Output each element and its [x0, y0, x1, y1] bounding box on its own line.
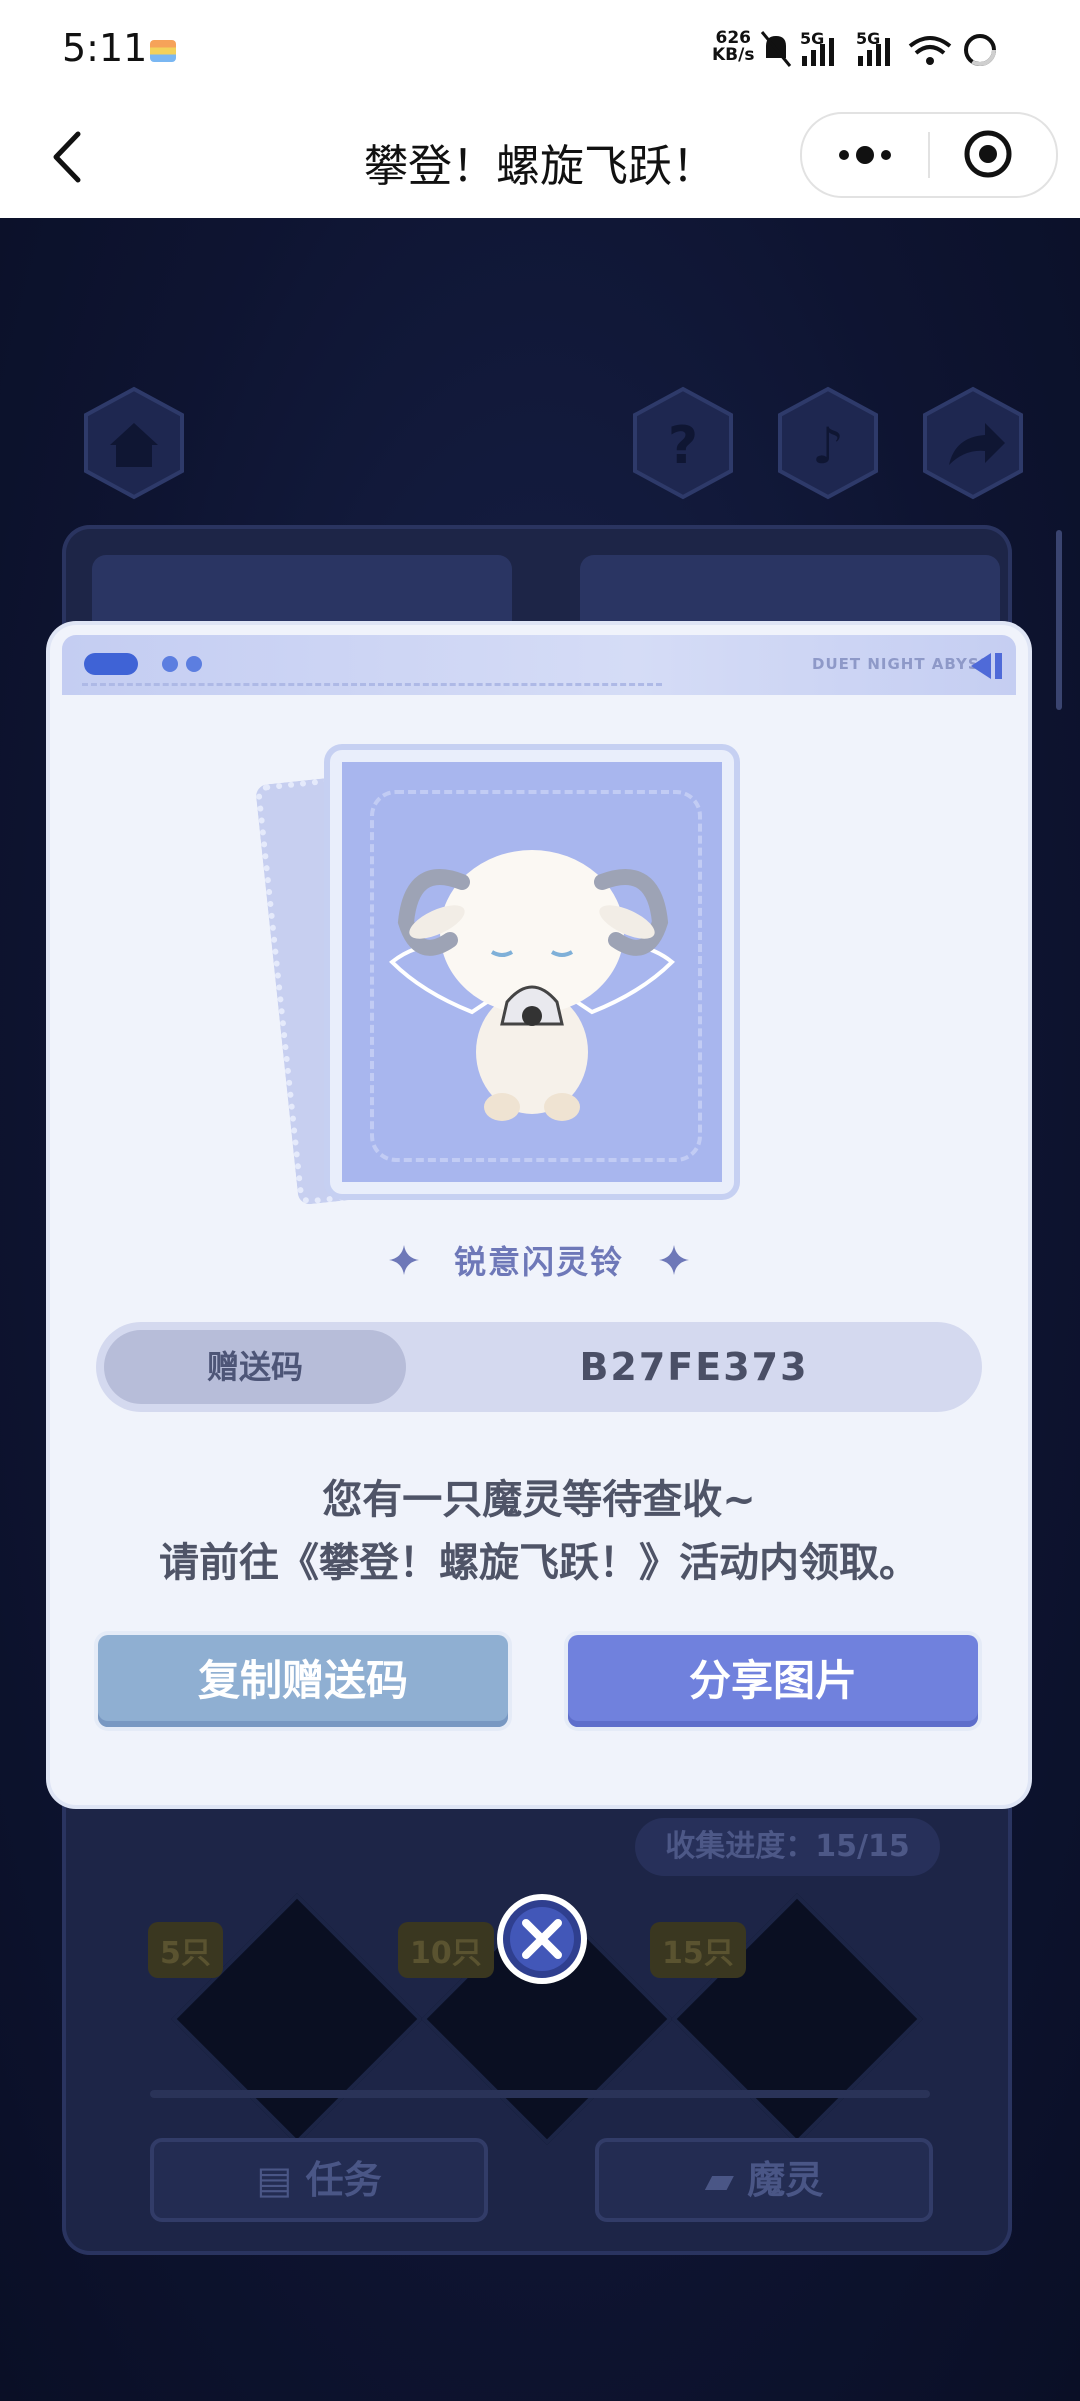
signal-icon-1: 5G — [800, 29, 834, 66]
status-time: 5:11 — [62, 26, 148, 70]
wifi-icon — [908, 36, 952, 65]
app-notification-icon — [150, 40, 176, 62]
message-line-1: 您有一只魔灵等待查收~ — [322, 1477, 756, 1523]
collection-progress: 收集进度：15/15 — [635, 1818, 940, 1876]
battery-icon — [964, 34, 996, 66]
header-brand-text: DUET NIGHT ABYSS — [812, 655, 991, 673]
svg-text:?: ? — [668, 416, 698, 476]
message-line-2: 请前往《攀登！螺旋飞跃！》活动内领取。 — [159, 1540, 919, 1586]
capsule-menu — [800, 112, 1058, 198]
home-icon[interactable] — [76, 385, 192, 501]
more-options-icon[interactable] — [830, 134, 900, 176]
status-bar: 5:11 626 KB/s 5G 5G — [0, 0, 1080, 100]
header-dot-decoration — [186, 656, 202, 672]
gift-code-label: 赠送码 — [104, 1330, 406, 1404]
milestone-label: 5只 — [148, 1922, 223, 1978]
svg-text:♪: ♪ — [812, 417, 844, 475]
status-icons: 5G 5G — [760, 29, 996, 67]
character-name: 锐意闪灵铃 — [453, 1243, 624, 1281]
mute-bell-icon — [760, 31, 792, 67]
dialog-header: DUET NIGHT ABYSS — [62, 635, 1016, 695]
milestone-label: 10只 — [398, 1922, 494, 1978]
header-dot-decoration — [162, 656, 178, 672]
network-speed: 626 KB/s — [712, 28, 755, 65]
share-image-button[interactable]: 分享图片 — [568, 1635, 978, 1727]
close-icon[interactable] — [496, 1893, 588, 1985]
share-icon[interactable] — [915, 385, 1031, 501]
gift-code-dialog: DUET NIGHT ABYSS 锐意闪灵铃 赠送码 B27FE373 您有一只… — [50, 625, 1028, 1805]
milestone-track — [150, 2090, 930, 2098]
header-pill-decoration — [84, 653, 138, 675]
character-name-row: 锐意闪灵铃 — [50, 1237, 1028, 1287]
mini-program-nav: 攀登！螺旋飞跃！ — [0, 100, 1080, 218]
spirit-character-illustration — [389, 850, 675, 1121]
music-icon[interactable]: ♪ — [770, 385, 886, 501]
signal-icon-2: 5G — [856, 29, 890, 66]
header-dash-decoration — [82, 683, 662, 686]
card-front — [330, 750, 734, 1194]
question-icon[interactable]: ? — [625, 385, 741, 501]
spirit-tab-button[interactable]: ▰ 魔灵 — [595, 2138, 933, 2222]
header-arrow-icon — [971, 653, 1002, 679]
gift-code-bar: 赠送码 B27FE373 — [96, 1322, 982, 1412]
scrollbar[interactable] — [1056, 530, 1062, 710]
document-icon: ▤ — [256, 2158, 306, 2202]
capsule-divider — [928, 132, 930, 178]
close-miniprogram-icon[interactable] — [962, 128, 1014, 180]
task-tab-button[interactable]: ▤ 任务 — [150, 2138, 488, 2222]
gift-code-value[interactable]: B27FE373 — [406, 1322, 982, 1412]
sparkle-icon — [659, 1245, 690, 1275]
copy-code-button[interactable]: 复制赠送码 — [98, 1635, 508, 1727]
folder-icon: ▰ — [704, 2158, 748, 2202]
sparkle-icon — [388, 1245, 419, 1275]
character-card — [254, 725, 810, 1206]
milestone-label: 15只 — [650, 1922, 746, 1978]
